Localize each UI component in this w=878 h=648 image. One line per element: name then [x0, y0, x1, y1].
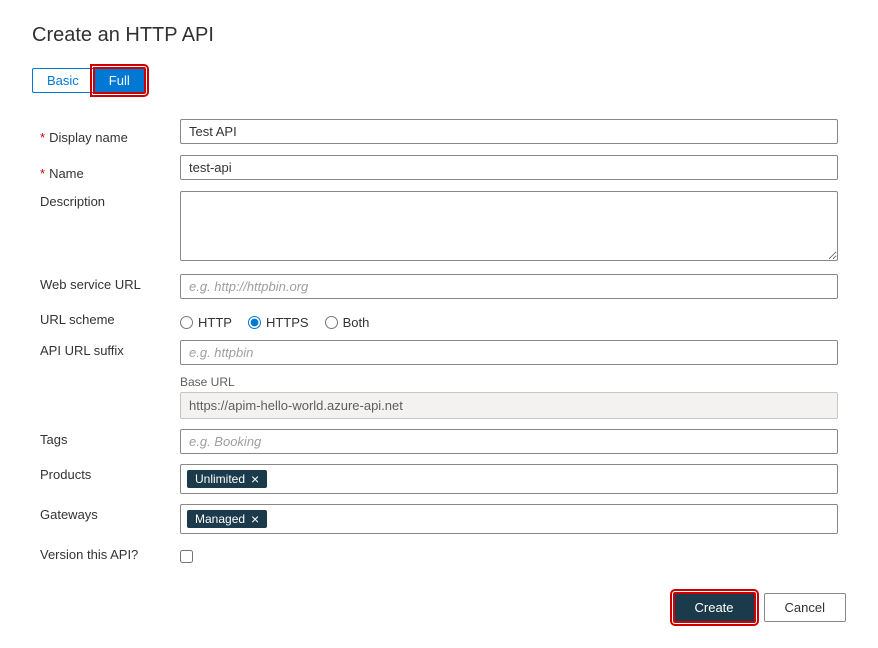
display-name-label: Display name — [49, 130, 128, 145]
web-service-url-input[interactable] — [180, 274, 838, 299]
products-tag-input[interactable] — [271, 472, 831, 487]
gateways-row: Gateways Managed × — [32, 499, 846, 539]
products-input-container[interactable]: Unlimited × — [180, 464, 838, 494]
gateways-tag-input[interactable] — [271, 512, 831, 527]
web-service-url-label: Web service URL — [40, 277, 141, 292]
version-checkbox[interactable] — [180, 550, 193, 563]
api-url-suffix-row: API URL suffix — [32, 335, 846, 370]
description-textarea[interactable] — [180, 191, 838, 261]
cancel-button[interactable]: Cancel — [764, 593, 846, 622]
version-checkbox-row — [180, 544, 838, 563]
tab-full[interactable]: Full — [93, 67, 146, 94]
radio-http-text: HTTP — [198, 315, 232, 330]
name-input[interactable] — [180, 155, 838, 180]
version-row: Version this API? — [32, 539, 846, 568]
radio-https-text: HTTPS — [266, 315, 309, 330]
radio-both-label[interactable]: Both — [325, 315, 370, 330]
display-name-row: * Display name — [32, 114, 846, 150]
page-title: Create an HTTP API — [32, 24, 846, 47]
version-label: Version this API? — [40, 547, 138, 562]
create-button[interactable]: Create — [673, 592, 756, 623]
radio-http-label[interactable]: HTTP — [180, 315, 232, 330]
description-label: Description — [40, 194, 105, 209]
gateway-tag-managed-remove[interactable]: × — [251, 512, 259, 526]
gateway-tag-managed: Managed × — [187, 510, 267, 528]
tags-label: Tags — [40, 432, 67, 447]
tags-input[interactable] — [180, 429, 838, 454]
api-url-suffix-label: API URL suffix — [40, 343, 124, 358]
url-scheme-group: HTTP HTTPS Both — [180, 309, 838, 330]
required-star-name: * — [40, 166, 45, 181]
radio-https-label[interactable]: HTTPS — [248, 315, 309, 330]
base-url-value: https://apim-hello-world.azure-api.net — [180, 392, 838, 419]
base-url-label: Base URL — [180, 375, 838, 389]
radio-both-text: Both — [343, 315, 370, 330]
required-star-display-name: * — [40, 130, 45, 145]
gateway-tag-managed-text: Managed — [195, 512, 245, 526]
gateways-input-container[interactable]: Managed × — [180, 504, 838, 534]
product-tag-unlimited-text: Unlimited — [195, 472, 245, 486]
form-table: * Display name * Name Descripti — [32, 114, 846, 568]
products-row: Products Unlimited × — [32, 459, 846, 499]
tags-row: Tags — [32, 424, 846, 459]
product-tag-unlimited-remove[interactable]: × — [251, 472, 259, 486]
url-scheme-label: URL scheme — [40, 312, 115, 327]
radio-both[interactable] — [325, 316, 338, 329]
radio-http[interactable] — [180, 316, 193, 329]
display-name-input[interactable] — [180, 119, 838, 144]
description-row: Description — [32, 186, 846, 269]
url-scheme-row: URL scheme HTTP HTTPS Both — [32, 304, 846, 335]
gateways-label: Gateways — [40, 507, 98, 522]
tab-basic[interactable]: Basic — [32, 68, 93, 93]
footer-row: Create Cancel — [32, 592, 846, 623]
api-url-suffix-input[interactable] — [180, 340, 838, 365]
base-url-row: Base URL https://apim-hello-world.azure-… — [32, 370, 846, 424]
name-label: Name — [49, 166, 84, 181]
product-tag-unlimited: Unlimited × — [187, 470, 267, 488]
tab-row: Basic Full — [32, 67, 846, 94]
web-service-url-row: Web service URL — [32, 269, 846, 304]
radio-https[interactable] — [248, 316, 261, 329]
products-label: Products — [40, 467, 91, 482]
name-row: * Name — [32, 150, 846, 186]
